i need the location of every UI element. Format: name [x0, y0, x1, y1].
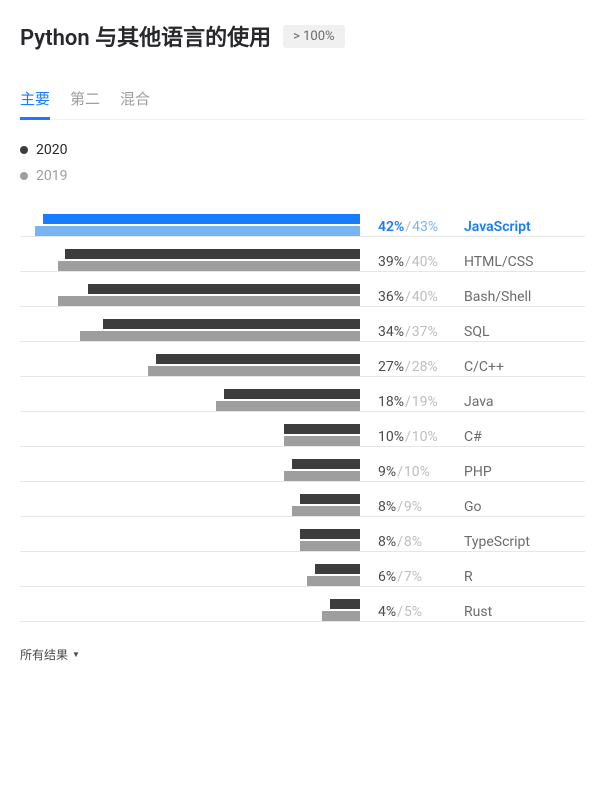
category-label: Rust	[450, 600, 585, 624]
bar-2020	[292, 459, 360, 469]
value-label: 6%/7%	[360, 565, 450, 589]
chart-row: 36%/40%Bash/Shell	[20, 272, 585, 307]
chart-row: 6%/7%R	[20, 552, 585, 587]
chevron-down-icon: ▼	[72, 650, 80, 659]
value-label: 8%/8%	[360, 530, 450, 554]
bar-2019	[307, 576, 360, 586]
all-results-button[interactable]: 所有结果 ▼	[20, 646, 80, 663]
value-label: 36%/40%	[360, 285, 450, 309]
value-label: 4%/5%	[360, 600, 450, 624]
bar-area	[20, 492, 360, 516]
bar-2019	[216, 401, 360, 411]
bar-2020	[284, 424, 360, 434]
bar-2020	[330, 599, 360, 609]
bar-2019	[58, 261, 360, 271]
value-label: 42%/43%	[360, 215, 450, 239]
value-label: 27%/28%	[360, 355, 450, 379]
chart-row: 8%/9%Go	[20, 482, 585, 517]
category-label: R	[450, 565, 585, 589]
legend-label-2020: 2020	[36, 142, 67, 158]
category-label: C#	[450, 425, 585, 449]
bar-2020	[315, 564, 360, 574]
bar-2019	[284, 471, 360, 481]
tabs: 主要第二混合	[20, 88, 585, 120]
bar-2020	[103, 319, 360, 329]
bar-2019	[58, 296, 360, 306]
value-label: 18%/19%	[360, 390, 450, 414]
bar-2019	[284, 436, 360, 446]
category-label: C/C++	[450, 355, 585, 379]
bar-2020	[65, 249, 360, 259]
bar-area	[20, 317, 360, 341]
category-label: HTML/CSS	[450, 250, 585, 274]
chart-row: 8%/8%TypeScript	[20, 517, 585, 552]
bar-2019	[80, 331, 360, 341]
category-label: JavaScript	[450, 215, 585, 239]
legend-dot-icon	[20, 146, 28, 154]
chart-row: 18%/19%Java	[20, 377, 585, 412]
legend-item-2019: 2019	[20, 168, 585, 184]
chart-row: 10%/10%C#	[20, 412, 585, 447]
bar-area	[20, 282, 360, 306]
bar-area	[20, 562, 360, 586]
value-label: 39%/40%	[360, 250, 450, 274]
bar-2019	[292, 506, 360, 516]
bar-chart: 42%/43%JavaScript39%/40%HTML/CSS36%/40%B…	[20, 202, 585, 622]
category-label: Java	[450, 390, 585, 414]
legend: 2020 2019	[20, 142, 585, 184]
bar-2020	[43, 214, 360, 224]
chart-row: 39%/40%HTML/CSS	[20, 237, 585, 272]
chart-row: 34%/37%SQL	[20, 307, 585, 342]
chart-row: 9%/10%PHP	[20, 447, 585, 482]
page-title: Python 与其他语言的使用	[20, 20, 271, 52]
bar-2019	[35, 226, 360, 236]
header: Python 与其他语言的使用 > 100%	[20, 20, 585, 52]
category-label: SQL	[450, 320, 585, 344]
legend-item-2020: 2020	[20, 142, 585, 158]
bar-2020	[156, 354, 360, 364]
bar-2020	[224, 389, 360, 399]
sum-badge: > 100%	[283, 25, 344, 48]
bar-2019	[148, 366, 360, 376]
bar-area	[20, 387, 360, 411]
bar-area	[20, 597, 360, 621]
chart-row: 42%/43%JavaScript	[20, 202, 585, 237]
all-results-label: 所有结果	[20, 646, 68, 663]
value-label: 34%/37%	[360, 320, 450, 344]
bar-area	[20, 527, 360, 551]
bar-2020	[88, 284, 360, 294]
chart-row: 27%/28%C/C++	[20, 342, 585, 377]
tab-1[interactable]: 第二	[70, 88, 100, 119]
legend-label-2019: 2019	[36, 168, 67, 184]
bar-2019	[300, 541, 360, 551]
chart-row: 4%/5%Rust	[20, 587, 585, 622]
value-label: 10%/10%	[360, 425, 450, 449]
value-label: 9%/10%	[360, 460, 450, 484]
bar-2019	[322, 611, 360, 621]
tab-0[interactable]: 主要	[20, 88, 50, 119]
category-label: Go	[450, 495, 585, 519]
category-label: PHP	[450, 460, 585, 484]
bar-area	[20, 352, 360, 376]
bar-area	[20, 422, 360, 446]
bar-2020	[300, 529, 360, 539]
bar-area	[20, 212, 360, 236]
bar-area	[20, 457, 360, 481]
bar-2020	[300, 494, 360, 504]
value-label: 8%/9%	[360, 495, 450, 519]
category-label: TypeScript	[450, 530, 585, 554]
tab-2[interactable]: 混合	[120, 88, 150, 119]
legend-dot-icon	[20, 172, 28, 180]
bar-area	[20, 247, 360, 271]
category-label: Bash/Shell	[450, 285, 585, 309]
